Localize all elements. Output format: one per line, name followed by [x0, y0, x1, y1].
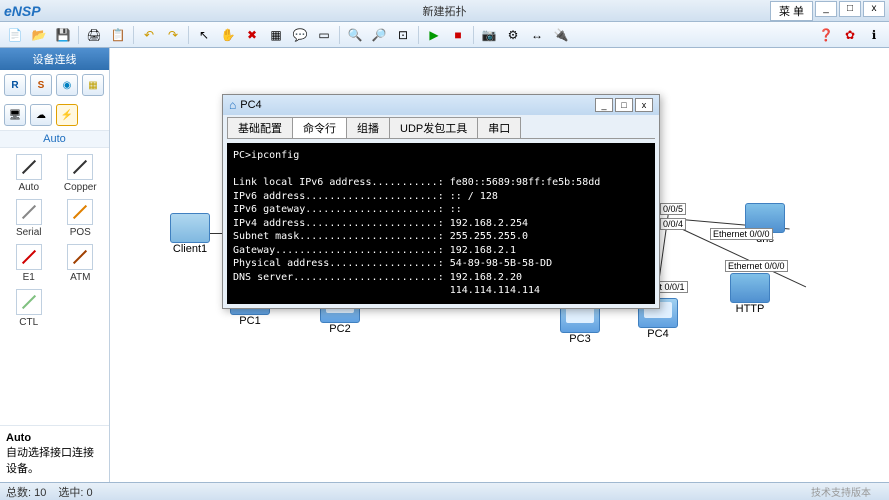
zoom-out-icon[interactable]: 🔎 — [368, 25, 390, 45]
status-selected: 选中: 0 — [58, 484, 92, 499]
menu-button[interactable]: 菜 单 — [770, 1, 813, 21]
terminal-icon: ⌂ — [229, 98, 236, 112]
port-label: Ethernet 0/0/0 — [710, 228, 773, 240]
node-label: PC1 — [239, 315, 260, 327]
firewall-category-icon[interactable]: ▦ — [82, 74, 104, 96]
delete-icon[interactable]: ✖ — [241, 25, 263, 45]
titlebar: eNSP 新建拓扑 菜 单 _ □ x — [0, 0, 889, 22]
minimize-button[interactable]: _ — [815, 1, 837, 17]
node-pc3[interactable]: PC3 — [560, 303, 600, 345]
sidebar-header: 设备连线 — [0, 48, 109, 70]
document-title: 新建拓扑 — [423, 3, 467, 19]
print-icon[interactable]: 🖨 — [83, 25, 105, 45]
conn-pos[interactable]: POS — [56, 197, 106, 240]
text-icon[interactable]: 💬 — [289, 25, 311, 45]
conn-e1[interactable]: E1 — [4, 242, 54, 285]
shape-icon[interactable]: ▭ — [313, 25, 335, 45]
terminal-output[interactable]: PC>ipconfig Link local IPv6 address.....… — [227, 143, 655, 304]
cloud-category-icon[interactable]: ☁ — [30, 104, 52, 126]
erase-icon[interactable]: ▦ — [265, 25, 287, 45]
close-button[interactable]: x — [863, 1, 885, 17]
info2-icon[interactable]: ℹ — [863, 25, 885, 45]
redo-icon[interactable]: ↷ — [162, 25, 184, 45]
open-icon[interactable]: 📂 — [28, 25, 50, 45]
help-icon[interactable]: ❓ — [815, 25, 837, 45]
save-icon[interactable]: 💾 — [52, 25, 74, 45]
start-icon[interactable]: ▶ — [423, 25, 445, 45]
router-category-icon[interactable]: R — [4, 74, 26, 96]
terminal-minimize-button[interactable]: _ — [595, 98, 613, 112]
device-category-row2: 🖥 ☁ ⚡ — [0, 100, 109, 130]
switch-category-icon[interactable]: S — [30, 74, 52, 96]
huawei-icon[interactable]: ✿ — [839, 25, 861, 45]
tab-basic-config[interactable]: 基础配置 — [227, 117, 293, 138]
node-label: PC3 — [569, 333, 590, 345]
port-label: Ethernet 0/0/0 — [725, 260, 788, 272]
terminal-window[interactable]: ⌂ PC4 _ □ x 基础配置 命令行 组播 UDP发包工具 串口 PC>ip… — [222, 94, 660, 309]
info-title: Auto — [6, 432, 103, 444]
conn-auto[interactable]: Auto — [4, 152, 54, 195]
wlan-category-icon[interactable]: ◉ — [56, 74, 78, 96]
stop-icon[interactable]: ■ — [447, 25, 469, 45]
link-category-icon[interactable]: ⚡ — [56, 104, 78, 126]
port-label: 0/0/4 — [660, 218, 686, 230]
conn-copper[interactable]: Copper — [56, 152, 106, 195]
pointer-icon[interactable]: ↖ — [193, 25, 215, 45]
node-label: PC2 — [329, 323, 350, 335]
undo-icon[interactable]: ↶ — [138, 25, 160, 45]
node-http[interactable]: HTTP — [730, 273, 770, 315]
auto-label: Auto — [0, 130, 109, 148]
toolbar: 📄 📂 💾 🖨 📋 ↶ ↷ ↖ ✋ ✖ ▦ 💬 ▭ 🔍 🔎 ⊡ ▶ ■ 📷 ⚙ … — [0, 22, 889, 48]
statusbar: 总数: 10 选中: 0 技术支持版本 — [0, 482, 889, 500]
node-label: Client1 — [173, 243, 207, 255]
node-label: HTTP — [736, 303, 765, 315]
tab-udp-tool[interactable]: UDP发包工具 — [389, 117, 478, 138]
tool2-icon[interactable]: ↔ — [526, 25, 548, 45]
tab-cli[interactable]: 命令行 — [292, 117, 347, 138]
server-icon — [730, 273, 770, 303]
conn-ctl[interactable]: CTL — [4, 287, 54, 330]
node-label: PC4 — [647, 328, 668, 340]
sidebar: 设备连线 R S ◉ ▦ 🖥 ☁ ⚡ Auto Auto Copper Seri… — [0, 48, 110, 482]
capture-icon[interactable]: 📷 — [478, 25, 500, 45]
tab-multicast[interactable]: 组播 — [346, 117, 390, 138]
app-logo: eNSP — [4, 3, 41, 19]
conn-serial[interactable]: Serial — [4, 197, 54, 240]
info-desc: 自动选择接口连接设备。 — [6, 444, 103, 476]
terminal-titlebar[interactable]: ⌂ PC4 _ □ x — [223, 95, 659, 115]
terminal-title: PC4 — [240, 99, 261, 111]
info-box: Auto 自动选择接口连接设备。 — [0, 425, 109, 482]
device-category-row: R S ◉ ▦ — [0, 70, 109, 100]
terminal-maximize-button[interactable]: □ — [615, 98, 633, 112]
conn-atm[interactable]: ATM — [56, 242, 106, 285]
tab-serial[interactable]: 串口 — [477, 117, 521, 138]
fit-icon[interactable]: ⊡ — [392, 25, 414, 45]
copy-icon[interactable]: 📋 — [107, 25, 129, 45]
tool3-icon[interactable]: 🔌 — [550, 25, 572, 45]
terminal-tabs: 基础配置 命令行 组播 UDP发包工具 串口 — [227, 117, 655, 139]
connection-grid: Auto Copper Serial POS E1 ATM CTL — [0, 148, 109, 334]
maximize-button[interactable]: □ — [839, 1, 861, 17]
new-icon[interactable]: 📄 — [4, 25, 26, 45]
zoom-in-icon[interactable]: 🔍 — [344, 25, 366, 45]
hand-icon[interactable]: ✋ — [217, 25, 239, 45]
port-label: 0/0/5 — [660, 203, 686, 215]
terminal-close-button[interactable]: x — [635, 98, 653, 112]
watermark: 技术支持版本 — [811, 484, 871, 499]
client-icon — [170, 213, 210, 243]
status-total: 总数: 10 — [6, 484, 46, 499]
tool1-icon[interactable]: ⚙ — [502, 25, 524, 45]
pc-category-icon[interactable]: 🖥 — [4, 104, 26, 126]
node-client1[interactable]: Client1 — [170, 213, 210, 255]
